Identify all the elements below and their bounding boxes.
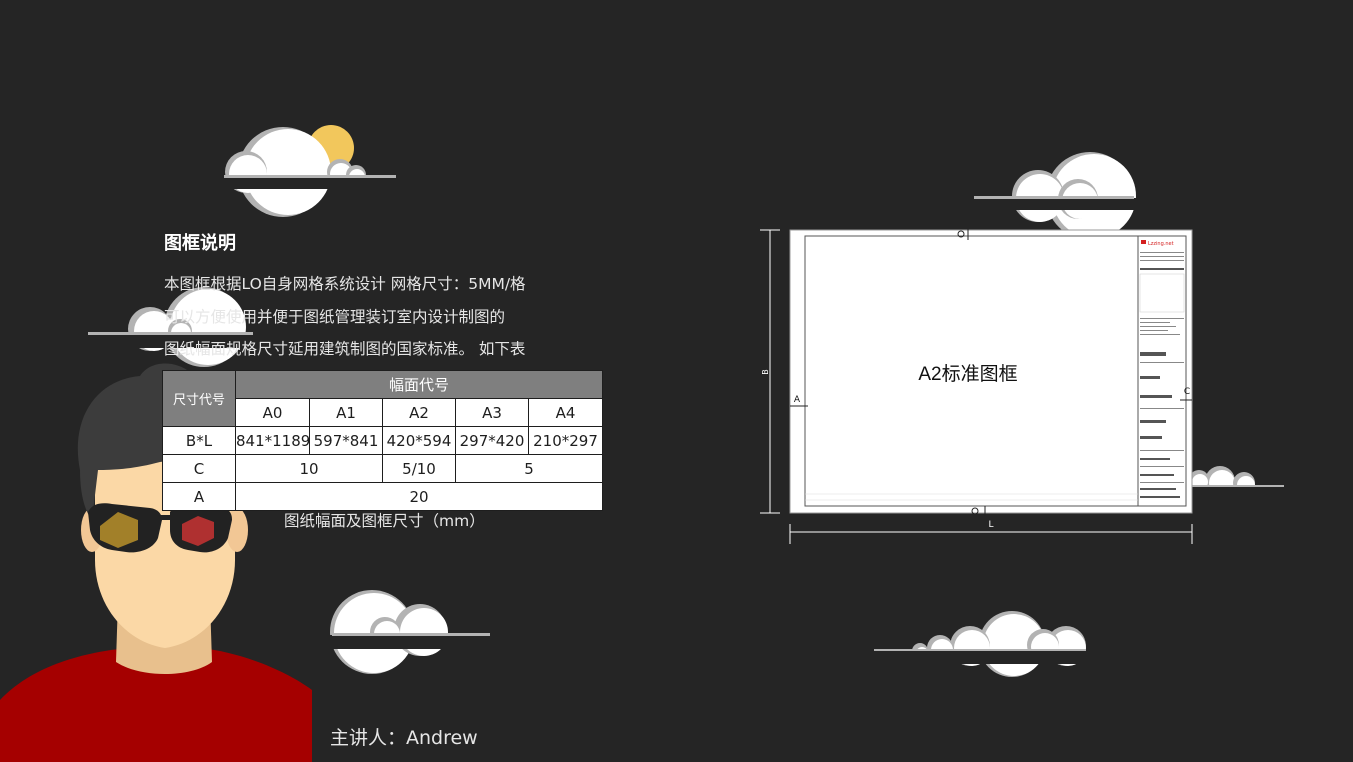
- a2-frame-title: A2标准图框: [918, 363, 1017, 385]
- speaker-label: 主讲人：Andrew: [330, 727, 478, 749]
- dim-label-l: L: [988, 520, 993, 530]
- dim-label-c: C: [1184, 387, 1190, 397]
- title-block-logo: Lzzing.net: [1148, 241, 1174, 247]
- dim-label-a: A: [794, 395, 801, 405]
- a2-frame-labels: A2标准图框 B L A C Lzzing.net: [761, 241, 1190, 530]
- presentation-slide: 图框说明 本图框根据LO自身网格系统设计 网格尺寸：5MM/格 可以方便使用并便…: [0, 0, 1353, 762]
- dim-label-b: B: [761, 369, 770, 375]
